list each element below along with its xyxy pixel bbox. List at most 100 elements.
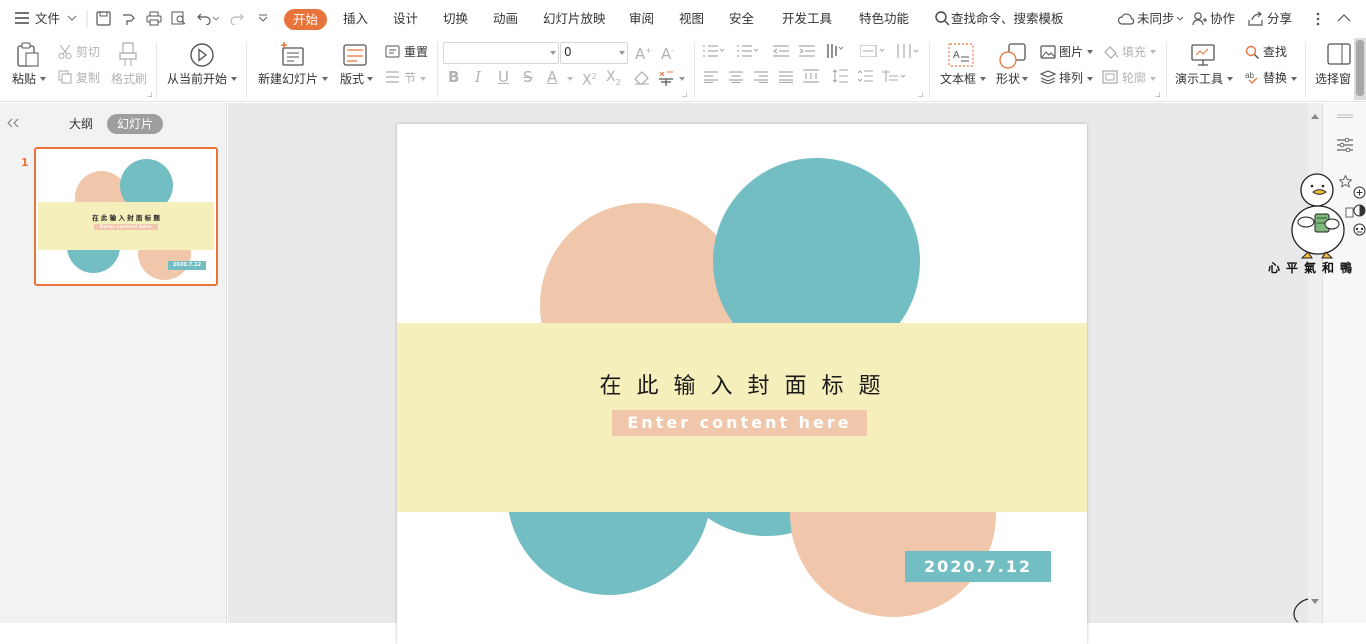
reset-icon[interactable] <box>385 45 400 58</box>
find-icon[interactable] <box>1245 45 1260 60</box>
more-shapes-icon[interactable] <box>1353 223 1366 236</box>
collapse-ribbon-icon[interactable] <box>1337 13 1351 22</box>
sync-status[interactable]: 未同步 <box>1137 10 1175 28</box>
arrange-button[interactable]: 排列 <box>1059 70 1083 86</box>
find-button[interactable]: 查找 <box>1263 44 1287 60</box>
align-center-icon[interactable] <box>729 71 743 83</box>
slide-1[interactable]: 在 此 输 入 封 面 标 题 Enter content here 2020.… <box>397 124 1087 644</box>
pane-handle-icon[interactable] <box>1337 114 1353 118</box>
new-slide-button[interactable]: 新建幻灯片 <box>258 71 318 87</box>
chevron-down-icon[interactable] <box>619 51 625 55</box>
tab-review[interactable]: 审阅 <box>629 10 654 28</box>
slide-date[interactable]: 2020.7.12 <box>905 551 1051 582</box>
search-icon[interactable] <box>935 11 950 26</box>
dialog-launcher-icon[interactable] <box>1155 92 1160 97</box>
slide-thumbnail-1[interactable]: 在 此 输 入 封 面 标 题 Enter content here 2020.… <box>34 147 218 286</box>
paste-icon[interactable] <box>16 42 40 68</box>
dialog-launcher-icon[interactable] <box>147 92 152 97</box>
scroll-down-icon[interactable] <box>1311 599 1319 604</box>
underline-icon[interactable]: U <box>498 69 509 85</box>
font-color-icon[interactable]: A <box>547 69 557 85</box>
font-family-select[interactable] <box>443 42 559 64</box>
more-options-icon[interactable] <box>1316 12 1320 26</box>
tab-view[interactable]: 视图 <box>679 10 704 28</box>
chevron-down-icon[interactable] <box>1227 77 1233 81</box>
chevron-down-icon[interactable] <box>679 77 685 81</box>
tab-animations[interactable]: 动画 <box>493 10 518 28</box>
collaborate-icon[interactable] <box>1192 11 1207 26</box>
format-painter-button[interactable]: 格式刷 <box>111 71 147 87</box>
dialog-launcher-icon[interactable] <box>682 92 687 97</box>
collaborate-button[interactable]: 协作 <box>1210 10 1235 28</box>
file-menu[interactable]: 文件 <box>35 10 60 28</box>
presentation-tools-icon[interactable] <box>1191 43 1215 67</box>
align-right-icon[interactable] <box>754 71 768 83</box>
presentation-tools-button[interactable]: 演示工具 <box>1175 71 1223 87</box>
chevron-down-icon[interactable] <box>1022 77 1028 81</box>
play-from-current-button[interactable]: 从当前开始 <box>167 71 227 87</box>
copy-icon[interactable] <box>58 70 72 84</box>
arrange-icon[interactable] <box>1040 70 1056 84</box>
align-left-icon[interactable] <box>704 71 718 83</box>
cut-button[interactable]: 剪切 <box>76 44 100 60</box>
strikethrough-icon[interactable]: S <box>523 69 533 85</box>
tab-transitions[interactable]: 切换 <box>443 10 468 28</box>
chevron-down-icon[interactable] <box>1087 50 1093 54</box>
tab-design[interactable]: 设计 <box>393 10 418 28</box>
tab-insert[interactable]: 插入 <box>343 10 368 28</box>
justify-icon[interactable] <box>779 71 793 83</box>
quick-access-dropdown-icon[interactable] <box>258 14 268 22</box>
picture-icon[interactable] <box>1040 45 1056 59</box>
columns-icon[interactable] <box>896 43 922 59</box>
cloud-sync-icon[interactable] <box>1118 12 1135 25</box>
dialog-launcher-icon[interactable] <box>918 92 923 97</box>
ribbon-scroll-thumb[interactable] <box>1356 40 1364 96</box>
chevron-down-icon[interactable] <box>567 77 573 81</box>
cut-icon[interactable] <box>58 45 72 59</box>
section-button[interactable]: 节 <box>404 70 416 86</box>
play-from-current-icon[interactable] <box>189 42 215 68</box>
scroll-up-icon[interactable] <box>1311 114 1319 119</box>
collapse-pane-icon[interactable] <box>7 118 19 128</box>
clear-format-icon[interactable] <box>634 71 650 85</box>
tab-security[interactable]: 安全 <box>729 10 754 28</box>
tab-slideshow[interactable]: 幻灯片放映 <box>543 10 606 28</box>
undo-icon[interactable] <box>197 11 221 25</box>
share-icon[interactable] <box>1248 11 1263 26</box>
tab-home[interactable]: 开始 <box>284 9 327 30</box>
paste-button[interactable]: 粘贴 <box>12 71 36 87</box>
font-size-select[interactable]: 0 <box>560 42 628 64</box>
chevron-down-icon[interactable] <box>550 51 556 55</box>
decrease-indent-icon[interactable] <box>773 45 789 57</box>
chevron-down-icon[interactable] <box>231 77 237 81</box>
chevron-down-icon[interactable] <box>1087 77 1093 81</box>
slide-title[interactable]: 在 此 输 入 封 面 标 题 <box>397 368 1087 400</box>
chevron-down-icon[interactable] <box>1150 77 1156 81</box>
fill-icon[interactable] <box>1102 44 1118 60</box>
chevron-down-icon[interactable] <box>1150 50 1156 54</box>
tab-special-features[interactable]: 特色功能 <box>859 10 909 28</box>
replace-icon[interactable]: ab <box>1245 70 1260 85</box>
shape-icon[interactable] <box>999 43 1027 69</box>
zoom-in-icon[interactable] <box>1353 186 1366 199</box>
tab-slides[interactable]: 幻灯片 <box>107 114 163 134</box>
outline-button[interactable]: 轮廓 <box>1122 70 1146 86</box>
picture-button[interactable]: 图片 <box>1059 44 1083 60</box>
shape-button[interactable]: 形状 <box>996 71 1020 87</box>
textbox-button[interactable]: 文本框 <box>940 71 976 87</box>
chevron-down-icon[interactable] <box>67 15 77 22</box>
layout-icon[interactable] <box>343 44 367 66</box>
share-button[interactable]: 分享 <box>1267 10 1292 28</box>
slide-subtitle[interactable]: Enter content here <box>612 410 867 436</box>
chevron-down-icon[interactable] <box>980 77 986 81</box>
save-icon[interactable] <box>96 11 111 26</box>
distribute-icon[interactable] <box>803 69 819 83</box>
paragraph-spacing-icon[interactable] <box>857 69 873 83</box>
bold-icon[interactable]: B <box>448 69 459 85</box>
fill-button[interactable]: 填充 <box>1122 44 1146 60</box>
selection-pane-icon[interactable] <box>1327 43 1351 65</box>
settings-sliders-icon[interactable] <box>1337 138 1353 152</box>
align-text-icon[interactable] <box>860 45 888 57</box>
increase-font-size-icon[interactable]: A+ <box>635 43 652 62</box>
export-icon[interactable] <box>121 11 136 26</box>
